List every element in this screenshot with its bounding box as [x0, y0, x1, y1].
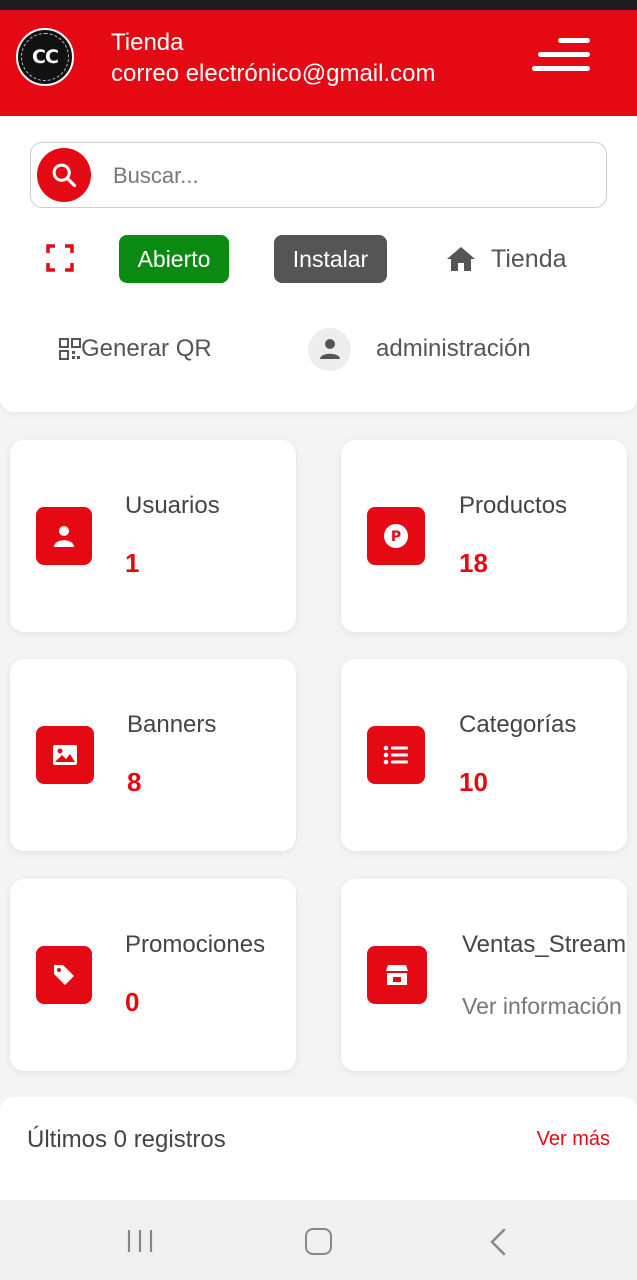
home-button-icon[interactable]: [305, 1228, 332, 1255]
stat-value: 0: [125, 987, 140, 1017]
generate-qr-label: Generar QR: [81, 335, 212, 362]
user-avatar-icon: [319, 339, 340, 359]
header-email: correo electrónico@gmail.com: [111, 60, 436, 87]
store-link[interactable]: Tienda: [445, 241, 567, 277]
stat-label: Banners: [127, 711, 217, 738]
install-button[interactable]: Instalar: [274, 235, 387, 283]
generate-qr-link[interactable]: Generar QR: [59, 332, 212, 366]
stat-value: 8: [127, 767, 142, 797]
back-arrow-icon[interactable]: [489, 1228, 507, 1256]
stat-view-info-link[interactable]: Ver información: [462, 993, 622, 1020]
stat-card-promociones[interactable]: Promociones 0: [10, 879, 296, 1071]
android-navigation-bar: [0, 1200, 637, 1280]
search-input[interactable]: Buscar...: [113, 163, 199, 189]
hamburger-menu-icon[interactable]: [528, 38, 594, 78]
stat-label: Productos: [459, 492, 568, 519]
stat-card-categorias[interactable]: Categorías 10: [341, 659, 627, 851]
see-more-link[interactable]: Ver más: [537, 1128, 610, 1151]
stat-label: Promociones: [125, 931, 266, 958]
store-logo[interactable]: CC: [16, 28, 74, 86]
image-icon: [36, 726, 94, 784]
stat-card-banners[interactable]: Banners 8: [10, 659, 296, 851]
user-icon: [36, 507, 92, 565]
recent-apps-icon[interactable]: [127, 1229, 153, 1253]
product-p-icon: P: [367, 507, 425, 565]
list-icon: [367, 726, 425, 784]
tag-icon: [36, 946, 92, 1004]
open-status-button[interactable]: Abierto: [119, 235, 229, 283]
records-title: Últimos 0 registros: [27, 1126, 226, 1153]
status-bar: [0, 0, 637, 10]
search-icon[interactable]: [37, 148, 91, 202]
logo-ring: [21, 33, 69, 81]
qr-code-icon: [59, 338, 81, 360]
header-title: Tienda: [111, 29, 184, 56]
avatar: [308, 327, 351, 371]
home-icon: [447, 247, 475, 271]
stat-label: Categorías: [459, 711, 577, 738]
top-panel: Buscar... Abierto Instalar Tienda Genera…: [0, 116, 637, 412]
store-icon: [367, 946, 427, 1004]
latest-records-panel: Últimos 0 registros Ver más: [0, 1097, 637, 1200]
admin-label: administración: [376, 335, 531, 362]
svg-text:P: P: [391, 529, 401, 545]
fullscreen-scan-icon[interactable]: [46, 244, 74, 272]
stat-card-productos[interactable]: P Productos 18: [341, 440, 627, 632]
stat-value: 1: [125, 548, 140, 578]
search-bar[interactable]: Buscar...: [30, 142, 607, 208]
stat-value: 10: [459, 767, 488, 797]
store-link-label: Tienda: [491, 244, 567, 273]
stat-card-ventas[interactable]: Ventas_Streaming Ver información: [341, 879, 627, 1071]
stat-label: Usuarios: [125, 492, 220, 519]
stat-value: 18: [459, 548, 488, 578]
stat-card-usuarios[interactable]: Usuarios 1: [10, 440, 296, 632]
stat-label: Ventas_Streaming: [462, 931, 627, 958]
admin-link[interactable]: administración: [308, 326, 531, 372]
app-header: CC Tienda correo electrónico@gmail.com: [0, 10, 637, 116]
